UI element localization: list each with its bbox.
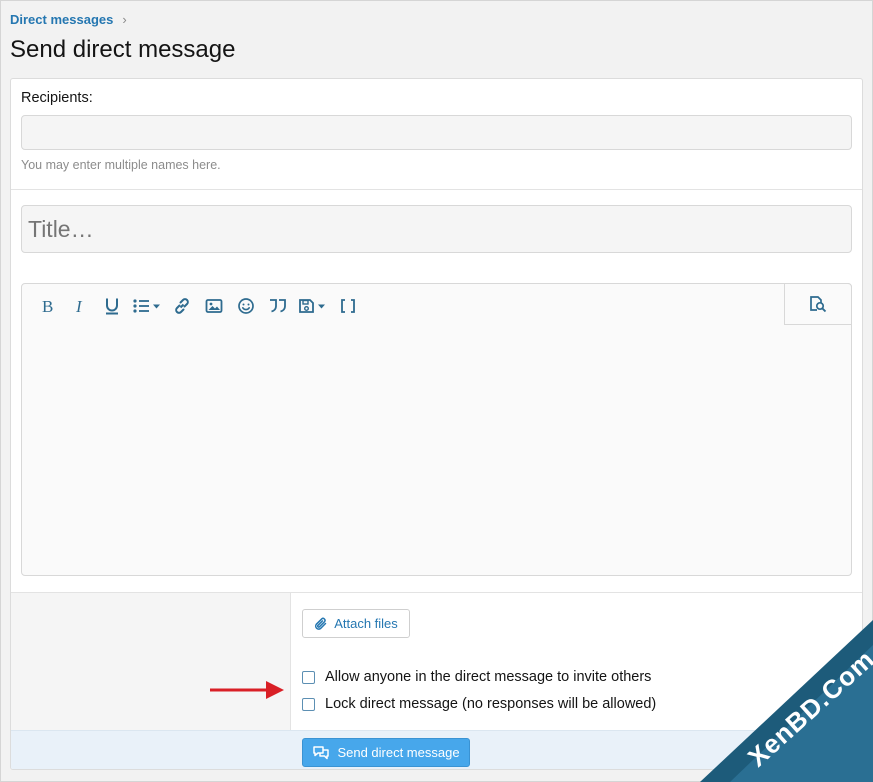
editor-toolbar: B I	[32, 292, 364, 320]
title-input[interactable]	[21, 205, 852, 253]
breadcrumb-link-direct-messages[interactable]: Direct messages	[10, 12, 113, 27]
recipients-hint: You may enter multiple names here.	[21, 158, 221, 172]
send-direct-message-button[interactable]: Send direct message	[302, 738, 470, 767]
message-editor[interactable]: B I	[21, 283, 852, 576]
options-label-column	[11, 593, 291, 731]
options-section: Attach files Allow anyone in the direct …	[11, 592, 862, 731]
recipients-label: Recipients:	[21, 90, 93, 106]
bold-icon[interactable]: B	[32, 292, 64, 320]
italic-icon[interactable]: I	[64, 292, 96, 320]
editor-content[interactable]	[32, 334, 841, 565]
attach-files-label: Attach files	[334, 616, 398, 631]
lock-option[interactable]: Lock direct message (no responses will b…	[302, 696, 656, 712]
underline-icon[interactable]	[96, 292, 128, 320]
link-icon[interactable]	[166, 292, 198, 320]
red-arrow-icon	[210, 681, 284, 699]
recipients-input[interactable]	[21, 115, 852, 150]
message-form: Recipients: You may enter multiple names…	[10, 78, 863, 770]
allow-invite-label: Allow anyone in the direct message to in…	[325, 669, 652, 685]
brackets-icon[interactable]	[332, 292, 364, 320]
send-direct-message-label: Send direct message	[337, 745, 460, 760]
quote-icon[interactable]	[262, 292, 294, 320]
allow-invite-checkbox[interactable]	[302, 670, 315, 684]
form-footer: Send direct message	[11, 730, 862, 769]
lock-checkbox[interactable]	[302, 697, 315, 711]
paperclip-icon	[315, 617, 327, 630]
list-icon[interactable]	[128, 292, 166, 320]
divider	[11, 189, 862, 190]
smiley-icon[interactable]	[230, 292, 262, 320]
allow-invite-option[interactable]: Allow anyone in the direct message to in…	[302, 669, 651, 685]
breadcrumb: Direct messages ›	[10, 12, 127, 27]
preview-button[interactable]	[784, 283, 852, 325]
conversation-icon	[313, 746, 330, 760]
image-icon[interactable]	[198, 292, 230, 320]
lock-label: Lock direct message (no responses will b…	[325, 696, 657, 712]
drafts-icon[interactable]	[294, 292, 332, 320]
preview-icon	[810, 296, 827, 313]
svg-text:I: I	[75, 297, 83, 315]
breadcrumb-separator: ›	[122, 12, 127, 27]
svg-text:B: B	[42, 297, 53, 315]
attach-files-button[interactable]: Attach files	[302, 609, 410, 638]
page-title: Send direct message	[10, 36, 236, 63]
